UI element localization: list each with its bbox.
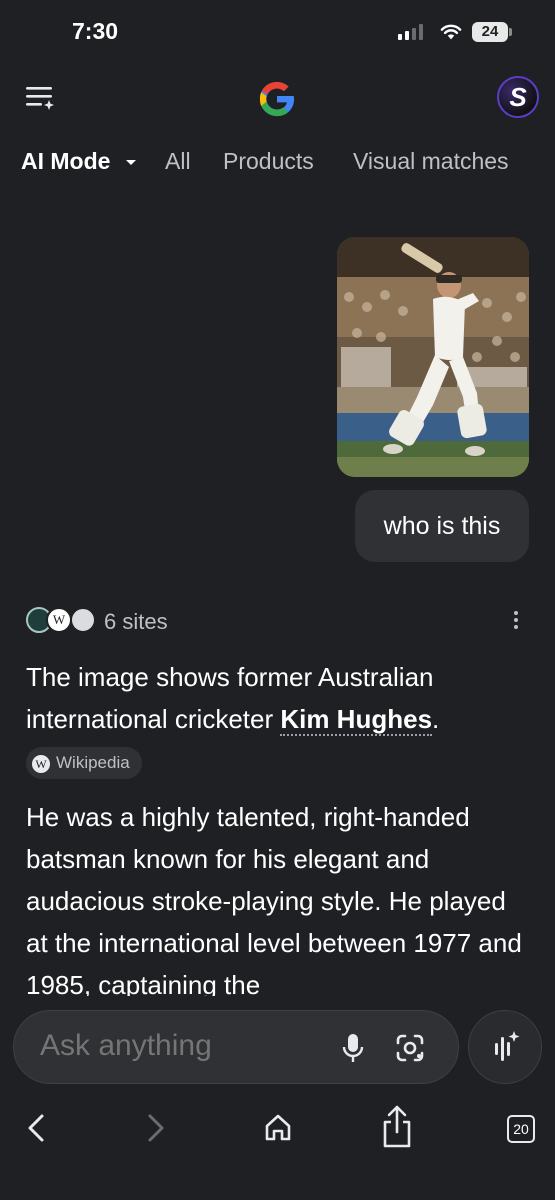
google-lens-icon[interactable] [394, 1033, 426, 1063]
google-logo-icon[interactable] [256, 78, 298, 120]
audio-sparkle-icon [495, 1031, 520, 1061]
tabs-count-button[interactable]: 20 [507, 1115, 535, 1143]
mic-icon[interactable] [342, 1033, 364, 1065]
cricketer-photo-illustration [337, 237, 529, 477]
query-bubble: who is this [355, 490, 529, 562]
citation-label: Wikipedia [56, 753, 130, 773]
status-time: 7:30 [72, 18, 119, 44]
back-icon[interactable] [22, 1108, 50, 1148]
search-tabs: AI Mode All Products Visual matches [0, 148, 555, 184]
tab-visual-matches[interactable]: Visual matches [353, 148, 509, 175]
answer-clip: The image shows former Australian intern… [0, 656, 555, 996]
ask-bar[interactable] [13, 1010, 459, 1084]
website-icon [70, 607, 96, 633]
answer-paragraph-2: He was a highly talented, right-handed b… [26, 802, 522, 996]
battery-nub [509, 28, 512, 36]
avatar[interactable]: S [497, 76, 539, 118]
more-vert-icon[interactable] [510, 611, 522, 631]
forward-icon[interactable] [142, 1108, 170, 1148]
tab-all[interactable]: All [165, 148, 191, 175]
tab-products[interactable]: Products [223, 148, 314, 175]
tab-ai-mode[interactable]: AI Mode [21, 148, 110, 175]
ask-input[interactable] [40, 1029, 320, 1063]
wikipedia-icon: W [32, 754, 50, 773]
wifi-icon [440, 24, 462, 40]
query-image[interactable] [337, 237, 529, 477]
live-mode-button[interactable] [468, 1010, 542, 1084]
share-icon[interactable] [380, 1104, 414, 1150]
citation-chip[interactable]: W Wikipedia [26, 747, 142, 780]
entity-link-kim-hughes[interactable]: Kim Hughes [280, 704, 433, 736]
home-icon[interactable] [262, 1108, 294, 1148]
menu-sparkle-icon[interactable] [24, 84, 56, 112]
source-favicons[interactable]: W [26, 607, 98, 635]
answer-paragraph-1: The image shows former Australian intern… [26, 656, 531, 782]
battery-indicator: 24 [472, 22, 508, 42]
answer-period: . [432, 704, 440, 734]
chevron-down-icon[interactable] [126, 160, 136, 165]
ai-answer: The image shows former Australian intern… [26, 656, 531, 996]
wikipedia-icon: W [46, 607, 72, 633]
cellular-signal-icon [398, 24, 423, 40]
sources-count[interactable]: 6 sites [104, 609, 168, 635]
